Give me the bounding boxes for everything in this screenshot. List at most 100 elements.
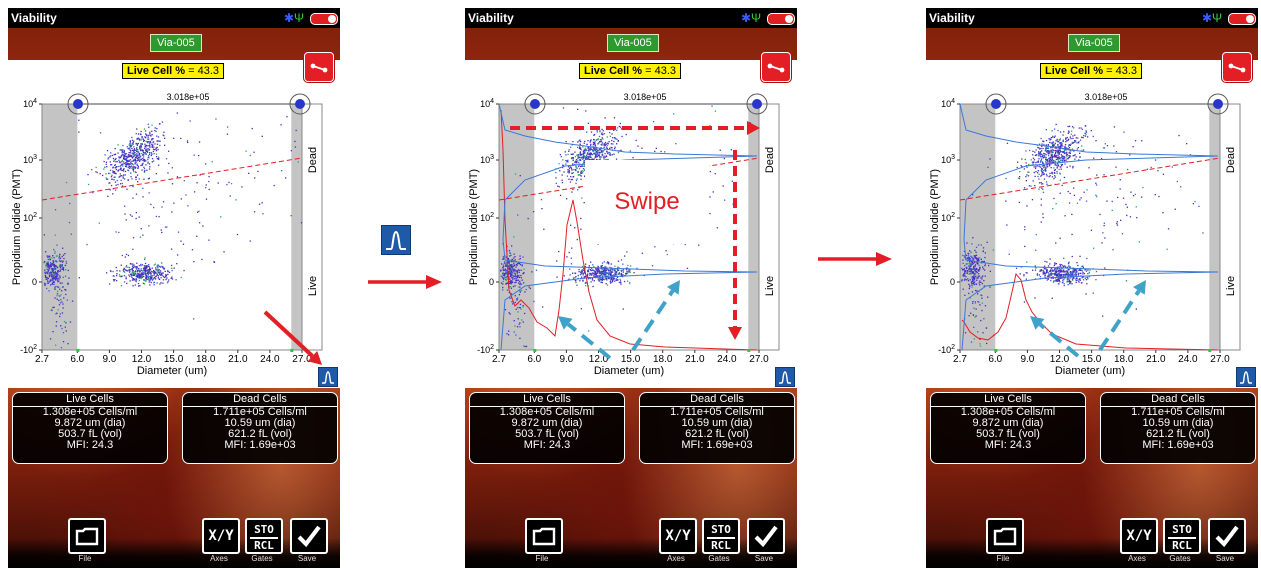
- data-point: [966, 242, 968, 244]
- data-point: [109, 283, 111, 285]
- file-button[interactable]: [986, 518, 1024, 554]
- data-point: [601, 144, 603, 146]
- data-point: [47, 261, 49, 263]
- data-point: [1042, 147, 1044, 150]
- data-point: [51, 268, 54, 270]
- data-point: [114, 172, 117, 174]
- data-point: [47, 282, 49, 284]
- data-point: [59, 313, 61, 315]
- data-point: [1079, 255, 1081, 257]
- data-point: [156, 135, 158, 137]
- gate-mode-button[interactable]: [761, 52, 791, 82]
- data-point: [568, 169, 570, 171]
- data-point: [605, 283, 607, 285]
- data-point: [124, 174, 126, 176]
- data-point: [533, 300, 535, 303]
- save-button[interactable]: [1208, 518, 1246, 554]
- data-point: [962, 288, 964, 290]
- scatter-plot[interactable]: 3.018e+051041031020-1022.7 6.0 9.0 12.0 15.0…: [926, 60, 1258, 388]
- data-point: [587, 273, 589, 275]
- gates-button[interactable]: STO RCL: [702, 518, 740, 554]
- data-point: [136, 128, 138, 130]
- gates-button[interactable]: STO RCL: [245, 518, 283, 554]
- data-point: [503, 262, 506, 264]
- data-point: [606, 268, 608, 270]
- data-point: [180, 137, 182, 140]
- data-point: [969, 279, 971, 281]
- sample-name-badge[interactable]: Via-005: [607, 34, 659, 52]
- x-tick-label: 15.0: [621, 354, 641, 365]
- data-point: [1077, 264, 1079, 267]
- data-point: [505, 279, 507, 282]
- data-point: [590, 269, 592, 271]
- data-point: [522, 321, 524, 323]
- y-tick-base: 10: [23, 213, 33, 223]
- data-point: [607, 274, 610, 276]
- data-point: [569, 181, 572, 183]
- plot-card[interactable]: Live Cell % = 43.3 3.018e+05 104 103 102 0 -1…: [8, 60, 340, 388]
- data-point: [103, 160, 105, 163]
- data-point: [620, 281, 622, 284]
- data-point: [521, 319, 523, 321]
- gate-mode-button[interactable]: [304, 52, 334, 82]
- axes-button[interactable]: X/Y: [659, 518, 697, 554]
- data-point: [1085, 133, 1087, 135]
- data-point: [52, 263, 54, 266]
- data-point: [1045, 158, 1047, 160]
- data-point: [592, 285, 594, 288]
- gate-mode-button[interactable]: [1222, 52, 1252, 82]
- data-point: [606, 151, 608, 153]
- data-point: [618, 273, 621, 275]
- scatter-plot[interactable]: 3.018e+051041031020-1022.7 6.0 9.0 12.0 15.0…: [8, 60, 340, 388]
- plot-card[interactable]: Live Cell % = 43.3 3.018e+05 104 103 102 0 -1…: [926, 60, 1258, 388]
- data-point: [48, 290, 50, 292]
- data-point: [620, 270, 623, 272]
- data-point: [1085, 131, 1088, 133]
- sample-name-badge[interactable]: Via-005: [1068, 34, 1120, 52]
- data-point: [608, 262, 610, 264]
- sample-name-badge[interactable]: Via-005: [150, 34, 202, 52]
- axes-button[interactable]: X/Y: [202, 518, 240, 554]
- data-point: [104, 166, 106, 168]
- axes-button[interactable]: X/Y: [1120, 518, 1158, 554]
- file-button[interactable]: [68, 518, 106, 554]
- data-point: [1115, 151, 1118, 153]
- data-point: [168, 150, 170, 152]
- data-point: [1062, 140, 1064, 143]
- data-point: [131, 160, 133, 162]
- data-point: [1077, 137, 1079, 139]
- data-point: [1034, 151, 1036, 153]
- histogram-toggle-button[interactable]: [775, 367, 795, 387]
- data-point: [1136, 217, 1138, 219]
- save-button[interactable]: [747, 518, 785, 554]
- histogram-toggle-button[interactable]: [318, 367, 338, 387]
- data-point: [1057, 164, 1059, 166]
- data-point: [612, 137, 614, 139]
- data-point: [1069, 270, 1072, 273]
- gates-button[interactable]: STO RCL: [1163, 518, 1201, 554]
- data-point: [129, 154, 131, 156]
- y-tick-label: 104: [480, 98, 494, 109]
- data-point: [68, 277, 70, 279]
- file-button[interactable]: [525, 518, 563, 554]
- data-point: [1075, 278, 1077, 280]
- data-point: [1103, 222, 1105, 224]
- data-point: [515, 266, 517, 268]
- data-point: [1076, 148, 1078, 150]
- data-point: [148, 192, 150, 194]
- data-point: [508, 261, 510, 263]
- save-button[interactable]: [290, 518, 328, 554]
- data-point: [56, 279, 59, 281]
- data-point: [71, 300, 74, 302]
- data-point: [62, 247, 64, 249]
- data-point: [590, 273, 592, 276]
- data-point: [589, 140, 592, 142]
- histogram-toggle-button[interactable]: [1236, 367, 1256, 387]
- data-point: [1055, 158, 1057, 161]
- data-point: [105, 177, 107, 179]
- data-point: [113, 171, 116, 173]
- data-point: [131, 139, 134, 141]
- data-point: [572, 277, 575, 279]
- data-point: [1040, 221, 1042, 223]
- data-point: [147, 145, 149, 147]
